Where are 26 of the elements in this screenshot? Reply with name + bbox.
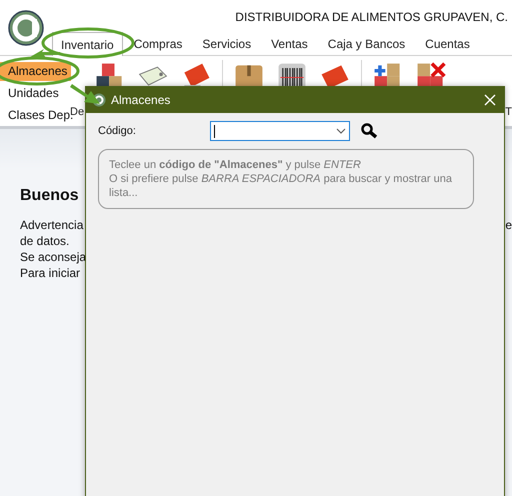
window-title: DISTRIBUIDORA DE ALIMENTOS GRUPAVEN, C. (235, 9, 509, 24)
menu-tab[interactable]: Ventas (262, 31, 317, 55)
welcome-text: e (505, 217, 512, 233)
menu-tab[interactable]: Cuentas (416, 31, 479, 55)
pointer-arrow (30, 49, 62, 58)
menu-tab[interactable]: Servicios (193, 31, 260, 55)
welcome-text: de datos. (20, 233, 70, 249)
side-menu-item[interactable]: Unidades (0, 84, 59, 103)
close-icon[interactable] (484, 94, 496, 106)
field-label: Código: (98, 125, 137, 137)
welcome-text: Se aconseja (20, 249, 86, 265)
menu-tab[interactable]: Inventario (52, 32, 123, 56)
hint-text: Teclee un código de "Almacenes" y pulse ENTER O si prefiere pulse BARRA ESPACIADORA para buscar y mostrar una lista... (98, 149, 474, 209)
code-combobox[interactable] (210, 121, 350, 141)
logo-icon (7, 10, 45, 46)
side-menu-item[interactable]: Almacenes (0, 62, 72, 81)
welcome-text: Para iniciar (20, 265, 80, 281)
search-icon[interactable] (360, 123, 378, 139)
menu-tab[interactable]: Caja y Bancos (318, 31, 414, 55)
chevron-icon[interactable] (336, 128, 346, 134)
dialog-title: Almacenes (111, 93, 172, 107)
pointer-arrow (70, 84, 100, 104)
welcome-heading: Buenos (20, 187, 79, 205)
menu-tab[interactable]: Compras (124, 31, 192, 55)
welcome-text: Advertencia (20, 217, 84, 233)
toolbar-caption: T (505, 106, 512, 118)
